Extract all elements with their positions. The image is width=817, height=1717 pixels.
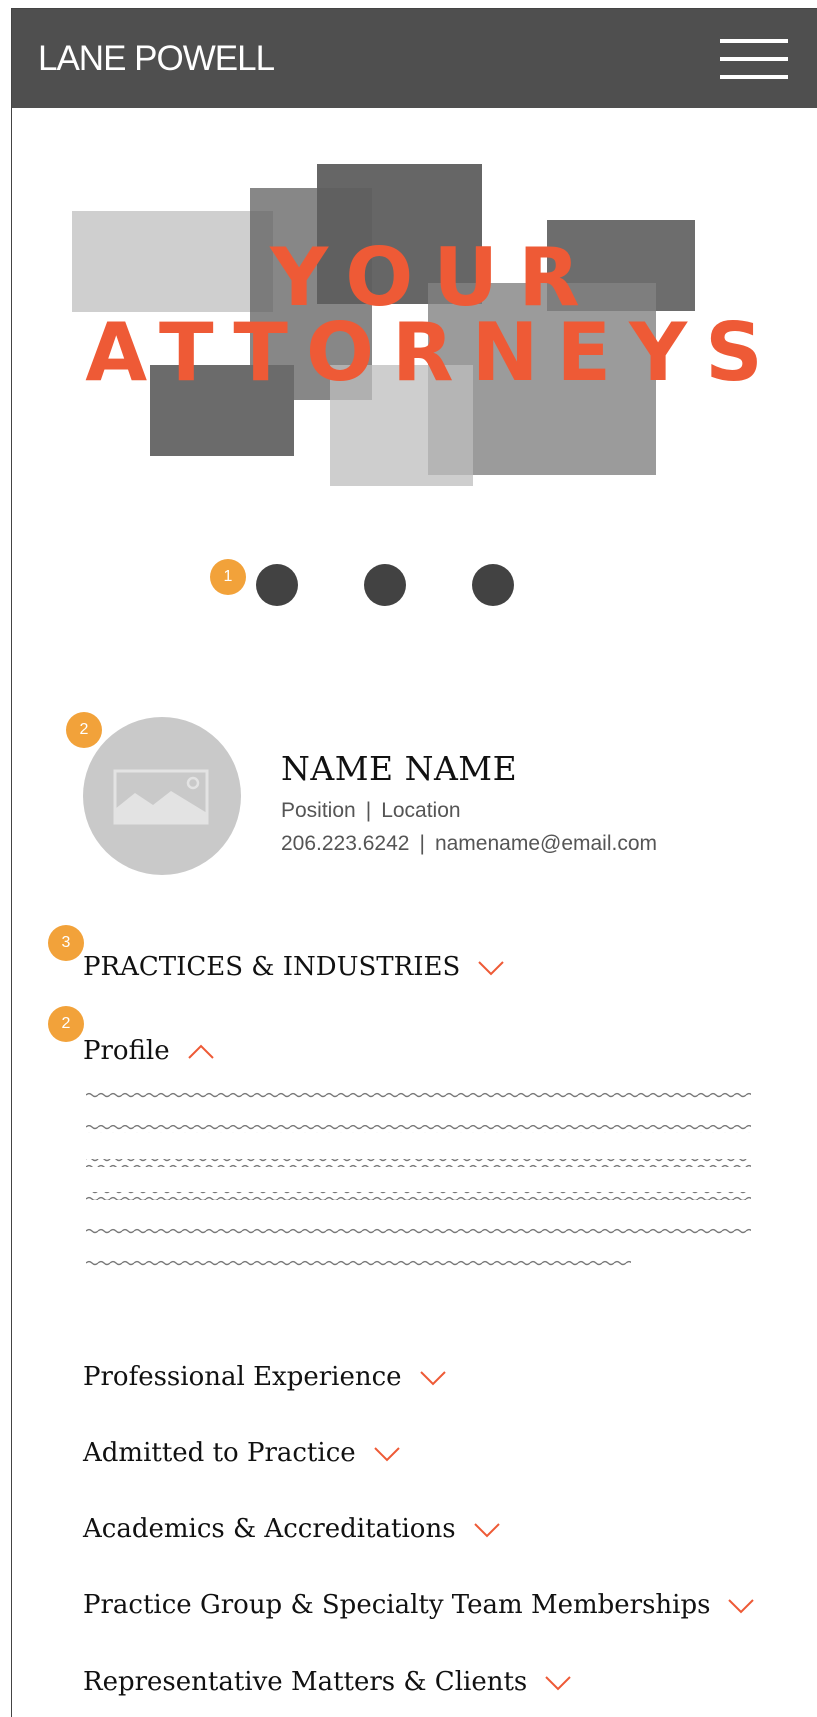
page-frame: LANE POWELL YOUR ATTORNEYS 1 2 NAME NAME…	[11, 8, 817, 1717]
separator: |	[419, 832, 425, 855]
chevron-down-icon	[545, 1676, 571, 1691]
attorney-phone[interactable]: 206.223.6242	[281, 832, 409, 855]
annotation-badge-avatar: 2	[66, 712, 102, 748]
attorney-position-location: Position | Location	[281, 799, 461, 823]
profile-text-placeholder	[86, 1091, 751, 1268]
attorney-avatar	[83, 717, 241, 875]
chevron-down-icon	[373, 1447, 400, 1462]
accordion-academics[interactable]: Academics & Accreditations	[83, 1514, 500, 1544]
image-placeholder-icon	[113, 769, 209, 825]
attorney-location: Location	[381, 799, 461, 822]
accordion-profile[interactable]: Profile	[83, 1036, 214, 1066]
annotation-badge-practices: 3	[48, 925, 84, 961]
accordion-label: Representative Matters & Clients	[83, 1667, 528, 1697]
accordion-label: Professional Experience	[83, 1362, 402, 1392]
carousel-dot-3[interactable]	[472, 564, 514, 606]
chevron-down-icon	[419, 1371, 446, 1386]
carousel-dot-1[interactable]	[256, 564, 298, 606]
annotation-badge-profile: 2	[48, 1006, 84, 1042]
attorney-email[interactable]: namename@email.com	[435, 832, 657, 855]
accordion-label: Academics & Accreditations	[83, 1514, 456, 1544]
accordion-representative-matters[interactable]: Representative Matters & Clients	[83, 1667, 571, 1697]
annotation-badge-carousel: 1	[210, 559, 246, 595]
hamburger-icon[interactable]	[720, 39, 788, 79]
attorney-name: NAME NAME	[281, 749, 518, 788]
accordion-practices[interactable]: PRACTICES & INDUSTRIES	[83, 952, 504, 982]
attorney-position: Position	[281, 799, 356, 822]
accordion-label: Profile	[83, 1036, 170, 1066]
chevron-down-icon	[478, 961, 504, 976]
attorney-contact: 206.223.6242 | namename@email.com	[281, 832, 657, 856]
accordion-admitted-to-practice[interactable]: Admitted to Practice	[83, 1438, 400, 1468]
hero-title-line2: ATTORNEYS	[85, 306, 781, 399]
chevron-down-icon	[728, 1599, 755, 1614]
accordion-label: Practice Group & Specialty Team Membersh…	[83, 1590, 711, 1620]
separator: |	[365, 799, 372, 822]
hero-banner: YOUR ATTORNEYS	[12, 108, 817, 548]
chevron-down-icon	[473, 1523, 500, 1538]
carousel-dot-2[interactable]	[364, 564, 406, 606]
chevron-up-icon	[187, 1044, 214, 1059]
site-logo[interactable]: LANE POWELL	[38, 39, 275, 79]
accordion-label: PRACTICES & INDUSTRIES	[83, 952, 461, 982]
accordion-memberships[interactable]: Practice Group & Specialty Team Membersh…	[83, 1590, 755, 1620]
accordion-label: Admitted to Practice	[83, 1438, 356, 1468]
site-header: LANE POWELL	[12, 9, 817, 108]
accordion-professional-experience[interactable]: Professional Experience	[83, 1362, 446, 1392]
